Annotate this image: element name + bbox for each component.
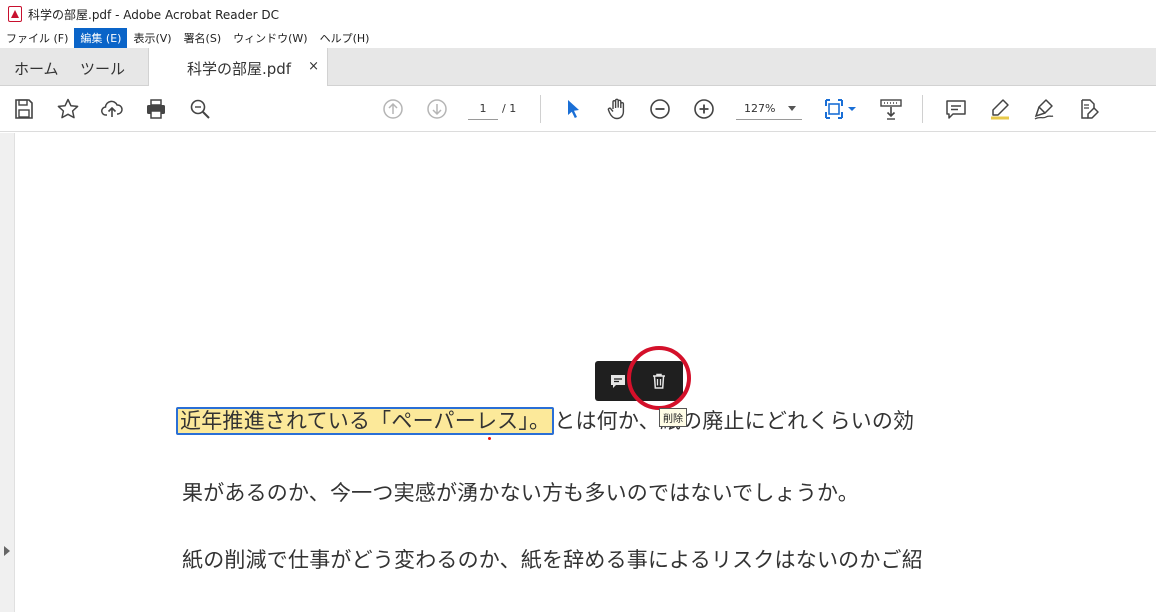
zoom-search-icon[interactable] — [188, 97, 212, 121]
document-text-line-1: 近年推進されている「ペーパーレス」。 とは何か、紙の廃止にどれくらいの効 — [176, 405, 915, 435]
comment-icon[interactable] — [608, 371, 628, 391]
comment-icon[interactable] — [944, 97, 968, 121]
zoom-level-select[interactable]: 127% — [736, 98, 802, 120]
sign-icon[interactable] — [1032, 97, 1056, 121]
window-title: 科学の部屋.pdf - Adobe Acrobat Reader DC — [28, 7, 280, 22]
delete-tooltip: 削除 — [659, 408, 687, 427]
title-bar: 科学の部屋.pdf - Adobe Acrobat Reader DC — [0, 0, 1156, 28]
zoom-level-value: 127% — [744, 102, 776, 115]
menu-sign[interactable]: 署名(S) — [178, 28, 228, 48]
zoom-out-icon[interactable] — [648, 97, 672, 121]
upload-icon[interactable] — [100, 97, 124, 121]
menu-bar: ファイル (F) 編集 (E) 表示(V) 署名(S) ウィンドウ(W) ヘルプ… — [0, 28, 1156, 48]
highlighted-text[interactable]: 近年推進されている「ペーパーレス」。 — [176, 407, 555, 435]
menu-view[interactable]: 表示(V) — [127, 28, 177, 48]
page-number-input[interactable]: 1 — [468, 98, 498, 120]
acrobat-pdf-icon — [8, 6, 22, 22]
scroll-mode-icon[interactable] — [879, 97, 903, 121]
close-tab-icon[interactable]: × — [308, 59, 319, 74]
caret-marker — [488, 437, 491, 440]
fill-sign-icon[interactable] — [1076, 97, 1100, 121]
navigation-pane-rail[interactable] — [0, 133, 15, 612]
menu-help[interactable]: ヘルプ(H) — [314, 28, 376, 48]
tab-document[interactable]: 科学の部屋.pdf × — [148, 48, 328, 87]
menu-window[interactable]: ウィンドウ(W) — [227, 28, 313, 48]
save-icon[interactable] — [12, 97, 36, 121]
document-page — [16, 133, 1156, 612]
document-text-line-3: 紙の削減で仕事がどう変わるのか、紙を辞める事によるリスクはないのかご紹 — [182, 548, 923, 572]
toolbar-divider — [922, 95, 923, 123]
next-page-icon[interactable] — [425, 97, 449, 121]
prev-page-icon[interactable] — [381, 97, 405, 121]
expand-pane-icon[interactable] — [4, 546, 10, 556]
chevron-down-icon — [788, 106, 796, 111]
tab-home[interactable]: ホーム — [14, 58, 59, 79]
highlight-icon[interactable] — [988, 97, 1012, 121]
select-cursor-icon[interactable] — [561, 97, 585, 121]
menu-edit[interactable]: 編集 (E) — [74, 28, 128, 48]
fit-page-icon[interactable] — [822, 97, 858, 121]
page-total: / 1 — [502, 102, 517, 115]
highlight-callout-circle — [627, 346, 691, 410]
hand-icon[interactable] — [605, 97, 629, 121]
zoom-in-icon[interactable] — [692, 97, 716, 121]
print-icon[interactable] — [144, 97, 168, 121]
star-icon[interactable] — [56, 97, 80, 121]
tab-bar: ホーム ツール 科学の部屋.pdf × — [0, 48, 1156, 87]
tab-document-label: 科学の部屋.pdf — [187, 60, 292, 78]
main-toolbar: 1 / 1 127% — [0, 86, 1156, 132]
document-text-line-1-rest: とは何か、紙の廃止にどれくらいの効 — [554, 409, 915, 433]
document-text-line-2: 果があるのか、今一つ実感が湧かない方も多いのではないでしょうか。 — [182, 481, 859, 505]
menu-file[interactable]: ファイル (F) — [0, 28, 74, 48]
toolbar-divider — [540, 95, 541, 123]
tab-tools[interactable]: ツール — [80, 58, 125, 79]
